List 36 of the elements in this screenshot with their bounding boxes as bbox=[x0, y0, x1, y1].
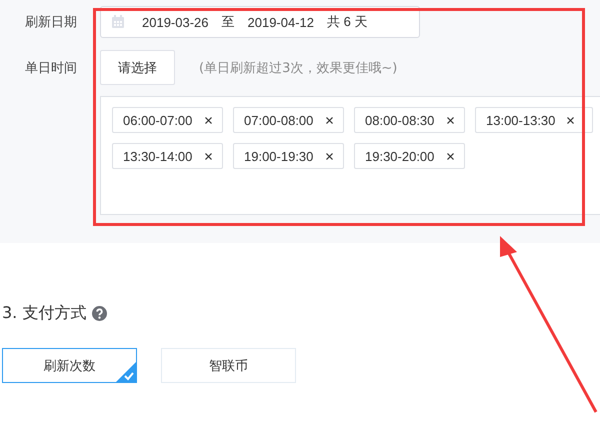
time-range: 07:00-08:00 bbox=[244, 112, 314, 128]
time-tag[interactable]: 13:00-13:30 bbox=[475, 107, 593, 133]
time-tag[interactable]: 19:00-19:30 bbox=[233, 143, 344, 169]
payment-option[interactable]: 刷新次数 bbox=[2, 348, 137, 383]
day-count: 共 6 天 bbox=[327, 13, 368, 31]
select-button[interactable]: 请选择 bbox=[100, 50, 175, 85]
date-range-field[interactable]: 2019-03-26 至 2019-04-12 共 6 天 bbox=[100, 6, 420, 38]
end-date: 2019-04-12 bbox=[248, 14, 314, 30]
check-icon bbox=[116, 362, 136, 382]
close-icon[interactable] bbox=[205, 116, 212, 124]
time-range: 13:00-13:30 bbox=[486, 112, 556, 128]
section-title: 3. 支付方式 bbox=[2, 303, 86, 324]
time-tag[interactable]: 07:00-08:00 bbox=[233, 107, 344, 133]
field-label: 单日时间 bbox=[24, 60, 78, 76]
payment-option[interactable]: 智联币 bbox=[161, 348, 296, 383]
time-range: 08:00-08:30 bbox=[365, 112, 434, 128]
calendar-icon bbox=[111, 15, 125, 29]
close-icon[interactable] bbox=[326, 152, 333, 160]
help-icon[interactable] bbox=[92, 306, 108, 321]
time-range: 19:00-19:30 bbox=[244, 148, 314, 164]
time-tag[interactable]: 08:00-08:30 bbox=[354, 107, 465, 133]
close-icon[interactable] bbox=[447, 152, 454, 160]
close-icon[interactable] bbox=[326, 116, 333, 124]
time-range: 13:30-14:00 bbox=[123, 148, 192, 164]
time-tag[interactable]: 13:30-14:00 bbox=[112, 143, 223, 169]
field-label: 刷新日期 bbox=[24, 14, 78, 31]
time-tag[interactable]: 06:00-07:00 bbox=[112, 107, 223, 133]
range-separator: 至 bbox=[222, 13, 234, 31]
start-date: 2019-03-26 bbox=[142, 14, 208, 30]
hint-text: (单日刷新超过3次，效果更佳哦~) bbox=[199, 60, 398, 76]
close-icon[interactable] bbox=[447, 116, 454, 124]
time-range: 06:00-07:00 bbox=[123, 112, 192, 128]
time-range: 19:30-20:00 bbox=[365, 148, 434, 164]
close-icon[interactable] bbox=[567, 116, 574, 124]
close-icon[interactable] bbox=[205, 152, 212, 160]
time-tag[interactable]: 19:30-20:00 bbox=[354, 143, 465, 169]
